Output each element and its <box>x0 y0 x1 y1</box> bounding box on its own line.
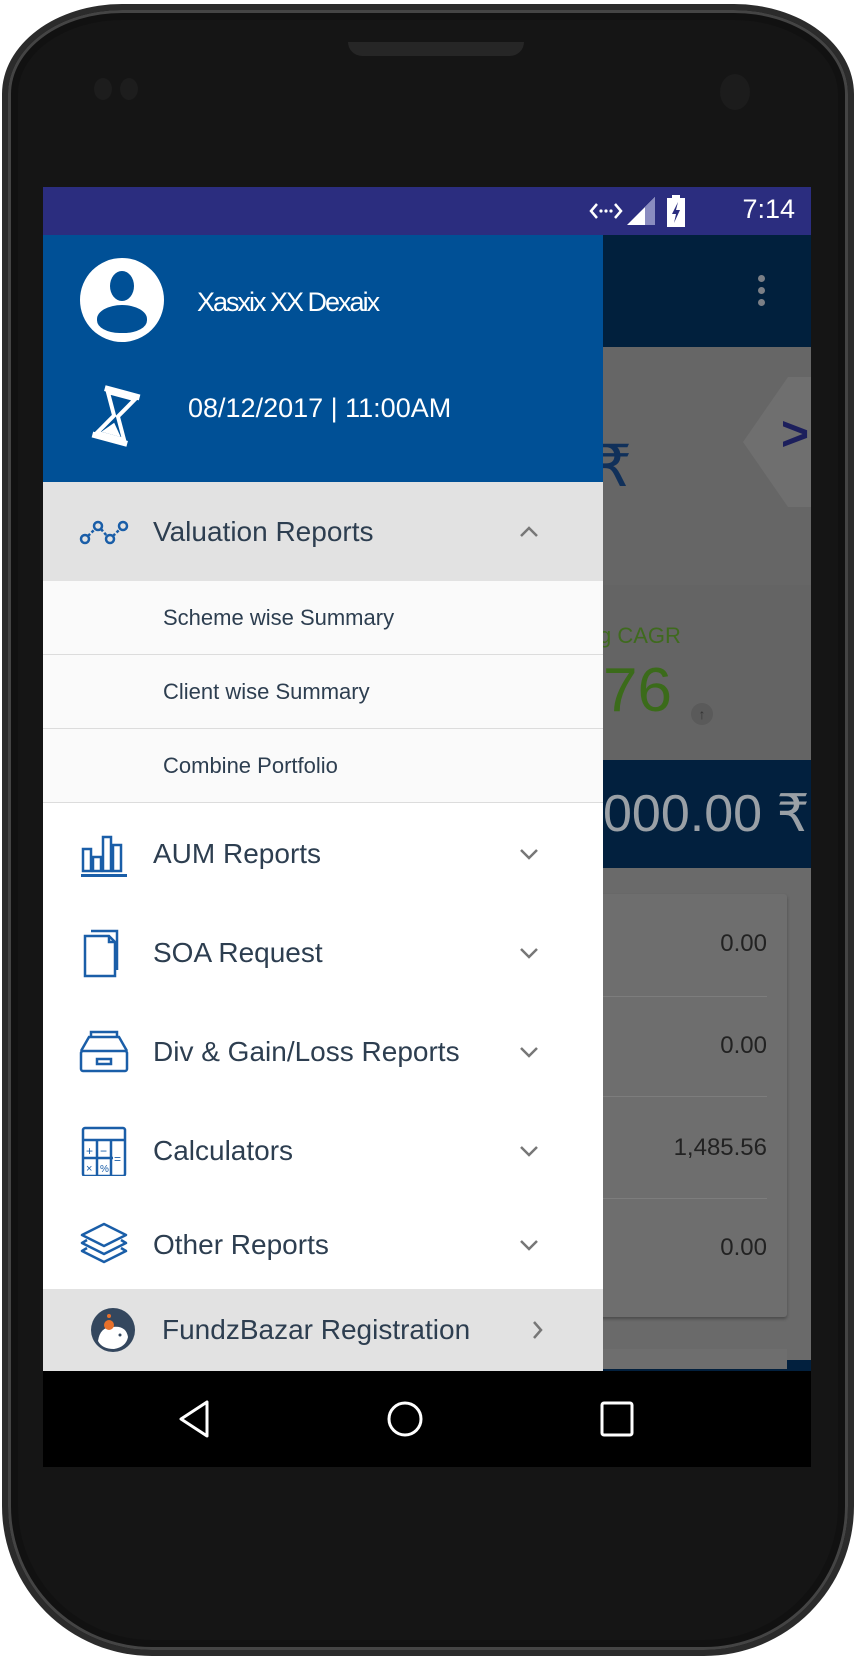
cagr-value: 76 <box>603 656 672 725</box>
chevron-down-icon[interactable] <box>517 1233 541 1257</box>
chevron-right-icon[interactable]: > <box>781 407 809 462</box>
fundzbazar-logo-icon <box>91 1308 135 1352</box>
sensor <box>94 78 112 100</box>
submenu-label: Scheme wise Summary <box>163 604 395 630</box>
menu-label: FundzBazar Registration <box>162 1314 471 1345</box>
submenu-combine-portfolio[interactable]: Combine Portfolio <box>43 729 603 803</box>
submenu-label: Combine Portfolio <box>163 752 338 778</box>
chevron-right-icon[interactable] <box>525 1318 549 1342</box>
submenu-label: Client wise Summary <box>163 678 370 704</box>
arrow-up-icon: ↑ <box>691 703 713 725</box>
menu-fundzbazar-registration[interactable]: FundzBazar Registration <box>43 1289 603 1371</box>
submenu-client-wise-summary[interactable]: Client wise Summary <box>43 655 603 729</box>
documents-icon <box>83 929 119 977</box>
menu-calculators[interactable]: + − = ×% Calculators <box>43 1101 603 1200</box>
chevron-down-icon[interactable] <box>517 1139 541 1163</box>
chevron-up-icon[interactable] <box>517 520 541 544</box>
archive-tray-icon <box>79 1030 129 1072</box>
svg-text:=: = <box>114 1152 121 1166</box>
svg-text:+: + <box>86 1144 93 1158</box>
navigation-drawer: Xasxix XX Dexaix 08/12/2017 | 11:00AM Va… <box>43 235 603 1371</box>
drawer-header: Xasxix XX Dexaix 08/12/2017 | 11:00AM <box>43 235 603 482</box>
menu-soa-request[interactable]: SOA Request <box>43 903 603 1002</box>
user-name: Xasxix XX Dexaix <box>197 287 380 317</box>
menu-label: Div & Gain/Loss Reports <box>153 1035 460 1067</box>
menu-other-reports[interactable]: Other Reports <box>43 1200 603 1289</box>
system-navigation-bar <box>43 1371 811 1467</box>
last-login-datetime: 08/12/2017 | 11:00AM <box>188 393 452 423</box>
home-icon[interactable] <box>385 1399 425 1439</box>
recents-icon[interactable] <box>599 1399 635 1439</box>
menu-label: Calculators <box>153 1134 294 1166</box>
bar-chart-icon <box>81 835 127 877</box>
svg-text:%: % <box>100 1164 109 1175</box>
hourglass-icon <box>91 385 141 447</box>
chevron-down-icon[interactable] <box>517 1040 541 1064</box>
speaker-grille <box>348 42 524 56</box>
overflow-menu-icon[interactable] <box>758 275 766 311</box>
menu-label: Other Reports <box>153 1228 329 1260</box>
menu-aum-reports[interactable]: AUM Reports <box>43 804 603 903</box>
signal-icon <box>627 197 655 225</box>
clock: 7:14 <box>742 194 795 224</box>
code-brackets-icon <box>589 203 623 219</box>
total-value: 000.00 ₹ <box>603 785 810 843</box>
chevron-down-icon[interactable] <box>517 941 541 965</box>
card-row-value: 0.00 <box>720 1234 767 1261</box>
status-bar: 7:14 <box>43 187 811 235</box>
front-camera <box>720 74 750 110</box>
menu-label: Valuation Reports <box>153 515 374 547</box>
menu-valuation-reports[interactable]: Valuation Reports <box>43 482 603 581</box>
card-row-value: 0.00 <box>720 1032 767 1059</box>
menu-label: SOA Request <box>153 936 323 968</box>
svg-text:×: × <box>86 1163 92 1175</box>
card-row-value: 1,485.56 <box>673 1134 767 1161</box>
submenu-scheme-wise-summary[interactable]: Scheme wise Summary <box>43 581 603 655</box>
battery-charging-icon <box>667 195 685 227</box>
card-row-value: 0.00 <box>720 930 767 957</box>
cagr-label: g CAGR <box>599 623 681 648</box>
layers-icon <box>80 1222 128 1263</box>
menu-div-gain-loss-reports[interactable]: Div & Gain/Loss Reports <box>43 1002 603 1101</box>
avatar-icon[interactable] <box>80 258 164 342</box>
back-icon[interactable] <box>177 1399 211 1439</box>
screen: 7:14 ₹ > g CAGR 76 ↑ 000.00 ₹ 0.00 0.00 … <box>43 187 811 1467</box>
chevron-down-icon[interactable] <box>517 842 541 866</box>
svg-text:−: − <box>100 1144 107 1158</box>
line-chart-icon <box>79 520 129 544</box>
sensor <box>120 78 138 100</box>
menu-label: AUM Reports <box>153 837 322 869</box>
calculator-icon: + −= ×% <box>81 1126 127 1176</box>
